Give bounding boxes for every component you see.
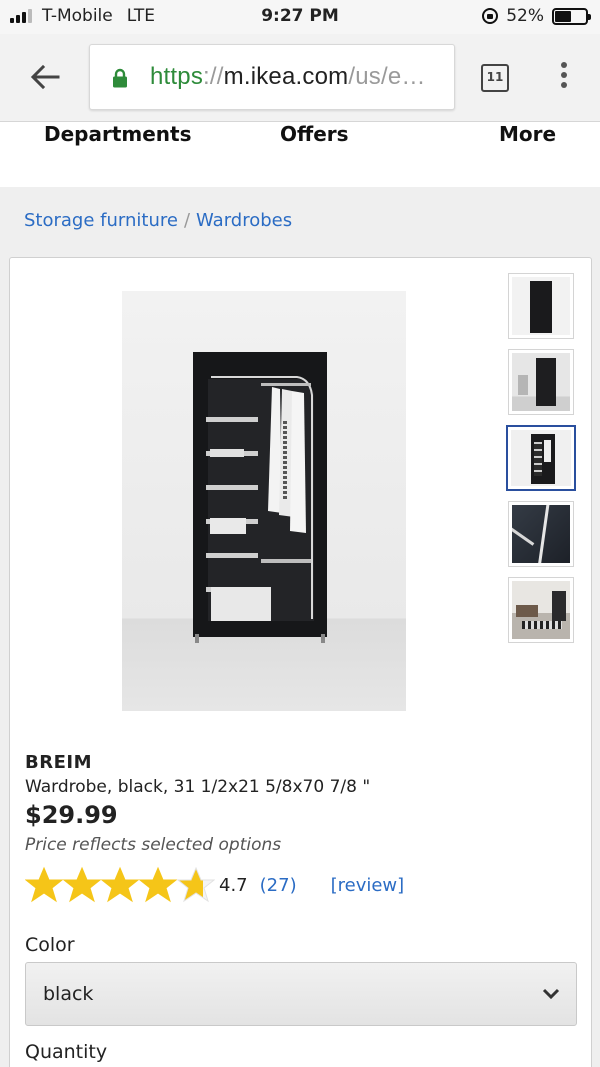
product-main-image[interactable] bbox=[122, 291, 406, 711]
back-arrow-icon[interactable] bbox=[28, 60, 62, 94]
quantity-label: Quantity bbox=[25, 1041, 108, 1063]
chevron-down-icon bbox=[542, 988, 560, 1000]
thumbnail-list bbox=[506, 273, 576, 653]
color-label: Color bbox=[25, 934, 75, 956]
star-icon bbox=[25, 866, 63, 903]
url-scheme: https bbox=[150, 63, 204, 90]
thumbnail-wardrobe-room[interactable] bbox=[508, 349, 574, 415]
nav-more[interactable]: More bbox=[499, 122, 556, 146]
battery-icon bbox=[552, 7, 591, 25]
star-icon bbox=[63, 866, 101, 903]
address-bar[interactable]: https://m.ikea.com/us/e… bbox=[89, 44, 455, 110]
rating-value: 4.7 bbox=[219, 874, 248, 896]
review-count-link[interactable]: (27) bbox=[260, 875, 297, 896]
site-nav: Departments Offers More bbox=[0, 122, 600, 187]
breadcrumb-wardrobes[interactable]: Wardrobes bbox=[196, 210, 292, 231]
breadcrumb: Storage furniture / Wardrobes bbox=[24, 210, 292, 231]
tab-switcher-button[interactable]: 11 bbox=[481, 64, 509, 92]
url-separator: :// bbox=[203, 63, 224, 90]
write-review-link[interactable]: [review] bbox=[331, 875, 405, 896]
breadcrumb-storage-furniture[interactable]: Storage furniture bbox=[24, 210, 178, 231]
rotation-lock-icon bbox=[482, 8, 499, 24]
star-icon bbox=[177, 866, 215, 903]
url-host: m.ikea.com bbox=[223, 63, 349, 90]
nav-offers[interactable]: Offers bbox=[280, 122, 349, 146]
product-rating: 4.7 (27) [review] bbox=[25, 865, 404, 905]
thumbnail-wardrobe-zipper[interactable] bbox=[508, 501, 574, 567]
star-rating bbox=[25, 866, 215, 904]
wardrobe-illustration bbox=[193, 352, 327, 643]
battery-percent: 52% bbox=[506, 6, 544, 26]
url-text[interactable]: https://m.ikea.com/us/e… bbox=[150, 63, 426, 91]
status-bar: T-Mobile LTE 9:27 PM 52% bbox=[0, 0, 600, 34]
star-icon bbox=[139, 866, 177, 903]
color-select-value: black bbox=[43, 983, 94, 1005]
color-select[interactable]: black bbox=[25, 962, 577, 1026]
product-description: Wardrobe, black, 31 1/2x21 5/8x70 7/8 " bbox=[25, 777, 371, 797]
breadcrumb-separator: / bbox=[183, 210, 191, 231]
product-name: BREIM bbox=[25, 752, 92, 773]
star-icon bbox=[101, 866, 139, 903]
thumbnail-living-room[interactable] bbox=[508, 577, 574, 643]
price-note: Price reflects selected options bbox=[25, 835, 282, 855]
url-path: /us/e… bbox=[348, 63, 426, 90]
browser-toolbar: https://m.ikea.com/us/e… 11 bbox=[0, 34, 600, 122]
product-card: BREIM Wardrobe, black, 31 1/2x21 5/8x70 … bbox=[9, 257, 592, 1067]
overflow-menu-icon[interactable] bbox=[556, 62, 572, 94]
padlock-icon bbox=[113, 68, 127, 88]
product-price: $29.99 bbox=[25, 801, 118, 829]
thumbnail-wardrobe-open[interactable] bbox=[506, 425, 576, 491]
thumbnail-wardrobe-front[interactable] bbox=[508, 273, 574, 339]
nav-departments[interactable]: Departments bbox=[44, 122, 192, 146]
